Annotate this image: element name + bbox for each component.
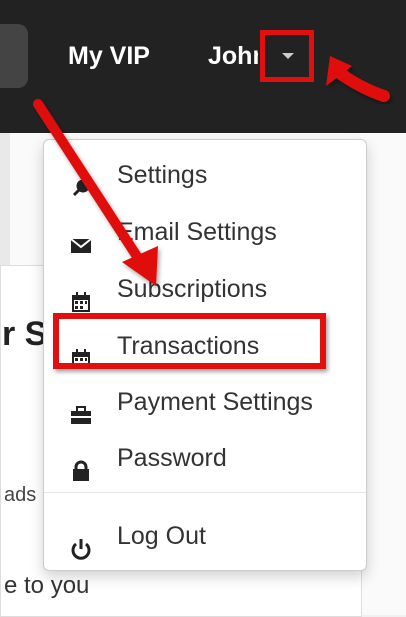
wrench-icon [70,165,92,197]
calendar-icon [70,279,92,312]
search-box[interactable] [0,24,28,88]
menu-item-label: Email Settings [117,218,277,246]
caret-down-icon [282,53,294,59]
content-heading: r S [2,315,48,353]
content-text: ads [4,484,37,506]
menu-item-label: Log Out [117,522,206,550]
menu-item-label: Settings [117,161,208,189]
menu-divider [44,492,366,493]
nav-user-name[interactable]: John [208,38,258,74]
nav-my-vip[interactable]: My VIP [68,38,150,74]
menu-item-subscriptions[interactable]: Subscriptions [44,263,366,315]
menu-item-label: Password [117,444,227,472]
envelope-icon [70,222,92,253]
menu-item-label: Subscriptions [117,275,268,303]
menu-item-password[interactable]: Password [44,432,366,484]
menu-item-payment-settings[interactable]: Payment Settings [44,376,366,428]
menu-item-email-settings[interactable]: Email Settings [44,206,366,258]
user-dropdown-toggle[interactable] [260,30,314,82]
menu-item-label: Payment Settings [117,388,313,416]
top-navbar: My VIP John [0,0,406,133]
menu-item-log-out[interactable]: Log Out [44,510,366,562]
annotation-highlight-box [53,313,326,369]
content-text: e to you [4,572,90,599]
menu-item-settings[interactable]: Settings [44,149,366,201]
power-icon [70,526,92,560]
briefcase-icon [70,392,92,424]
lock-icon [70,448,92,481]
